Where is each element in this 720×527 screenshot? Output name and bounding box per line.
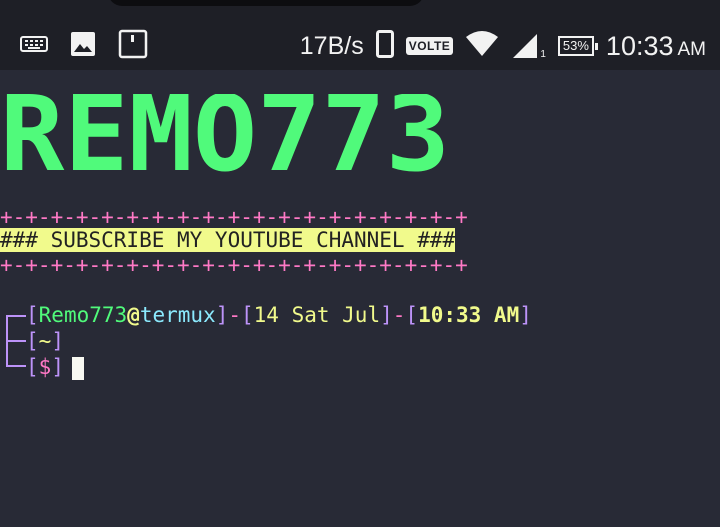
notification-icons (20, 29, 148, 63)
status-bar: 17B/s VOLTE 1 53% 10:33 AM (0, 0, 720, 70)
battery-icon: 53% (557, 36, 598, 56)
banner-text: REMO773 (0, 94, 450, 178)
separator-bottom: +-+-+-+-+-+-+-+-+-+-+-+-+-+-+-+-+-+-+ (0, 253, 468, 277)
volte-badge: VOLTE (405, 37, 454, 55)
prompt-line-1: [Remo773@termux]-[14 Sat Jul]-[10:33 AM] (26, 303, 532, 327)
clock-time: 10:33 (605, 30, 674, 61)
prompt-line-3[interactable]: [$] (26, 354, 84, 380)
terminal-screen[interactable]: REMO773 +-+-+-+-+-+-+-+-+-+-+-+-+-+-+-+-… (0, 70, 720, 527)
prompt-user: Remo773 (38, 303, 128, 327)
wifi-icon (465, 30, 499, 62)
signal-suffix: 1 (540, 49, 546, 60)
prompt-dir: ~ (38, 329, 52, 353)
camera-notch (108, 0, 424, 6)
ascii-banner: REMO773 (0, 94, 450, 178)
keyboard-icon (20, 35, 48, 57)
text-cursor[interactable] (71, 356, 84, 380)
prompt-host: termux (139, 303, 216, 327)
system-indicators: 17B/s VOLTE 1 53% 10:33 AM (299, 29, 706, 63)
subscribe-line: ### SUBSCRIBE MY YOUTUBE CHANNEL ### (0, 227, 456, 253)
prompt-time: 10:33 AM (418, 303, 520, 327)
prompt-line-2: [~] (26, 329, 64, 353)
net-speed: 17B/s (299, 31, 364, 60)
prompt-at: @ (127, 303, 140, 327)
phone-icon (375, 29, 394, 63)
prompt-symbol: $ (38, 355, 52, 379)
clock: 10:33 AM (606, 31, 706, 62)
prompt-tree-lines (6, 315, 26, 367)
signal-icon: 1 (511, 32, 546, 60)
subscribe-text: ### SUBSCRIBE MY YOUTUBE CHANNEL ### (0, 228, 456, 252)
screenshot-icon (118, 29, 148, 63)
prompt-date: 14 Sat Jul (253, 303, 381, 327)
image-icon (70, 31, 96, 61)
clock-ampm: AM (677, 38, 707, 60)
